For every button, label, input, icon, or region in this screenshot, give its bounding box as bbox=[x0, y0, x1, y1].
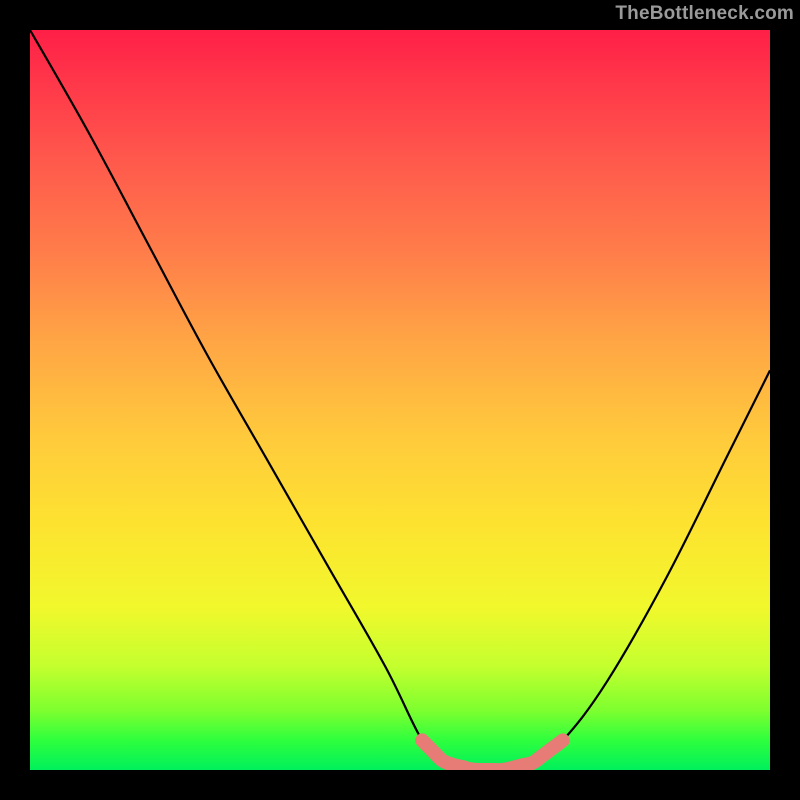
bottleneck-curve bbox=[30, 30, 770, 770]
chart-frame: TheBottleneck.com bbox=[0, 0, 800, 800]
curve-left-branch bbox=[30, 30, 504, 770]
sweet-spot-highlight bbox=[422, 740, 563, 770]
plot-svg bbox=[30, 30, 770, 770]
attribution-label: TheBottleneck.com bbox=[615, 3, 794, 25]
curve-right-branch bbox=[444, 370, 770, 770]
